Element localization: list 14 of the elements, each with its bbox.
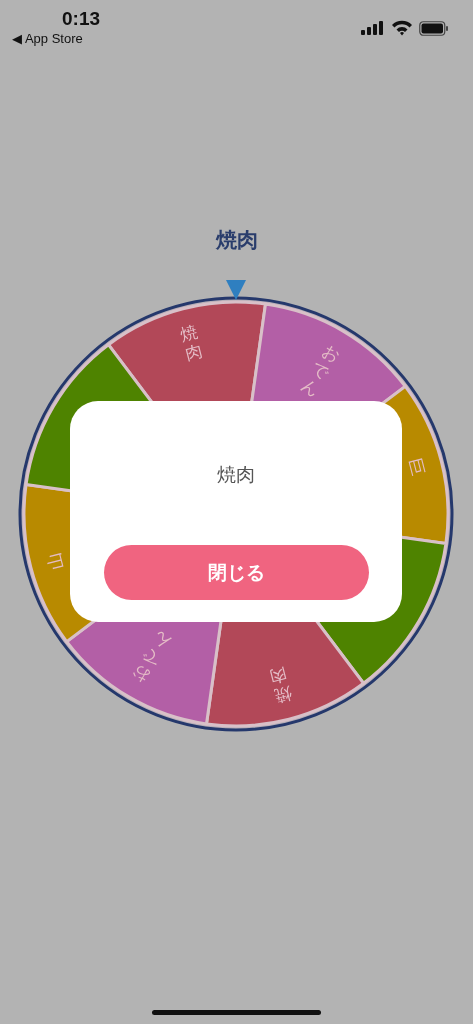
wifi-icon xyxy=(391,20,413,36)
segment-label: 巨 xyxy=(405,456,429,478)
segment-label: 山 xyxy=(43,550,67,572)
segment-label: おでん xyxy=(128,627,174,689)
battery-icon xyxy=(419,20,449,36)
segment-label: 焼肉 xyxy=(178,321,205,365)
status-time: 0:13 xyxy=(62,8,101,30)
segment-label: 焼肉 xyxy=(267,663,294,707)
back-link[interactable]: ◀ App Store xyxy=(12,30,83,48)
result-title: 焼肉 xyxy=(214,227,259,254)
segment-label: おでん xyxy=(298,339,344,401)
signal-icon xyxy=(361,21,385,35)
pointer-icon xyxy=(226,280,246,300)
dialog-message: 焼肉 xyxy=(217,462,255,487)
